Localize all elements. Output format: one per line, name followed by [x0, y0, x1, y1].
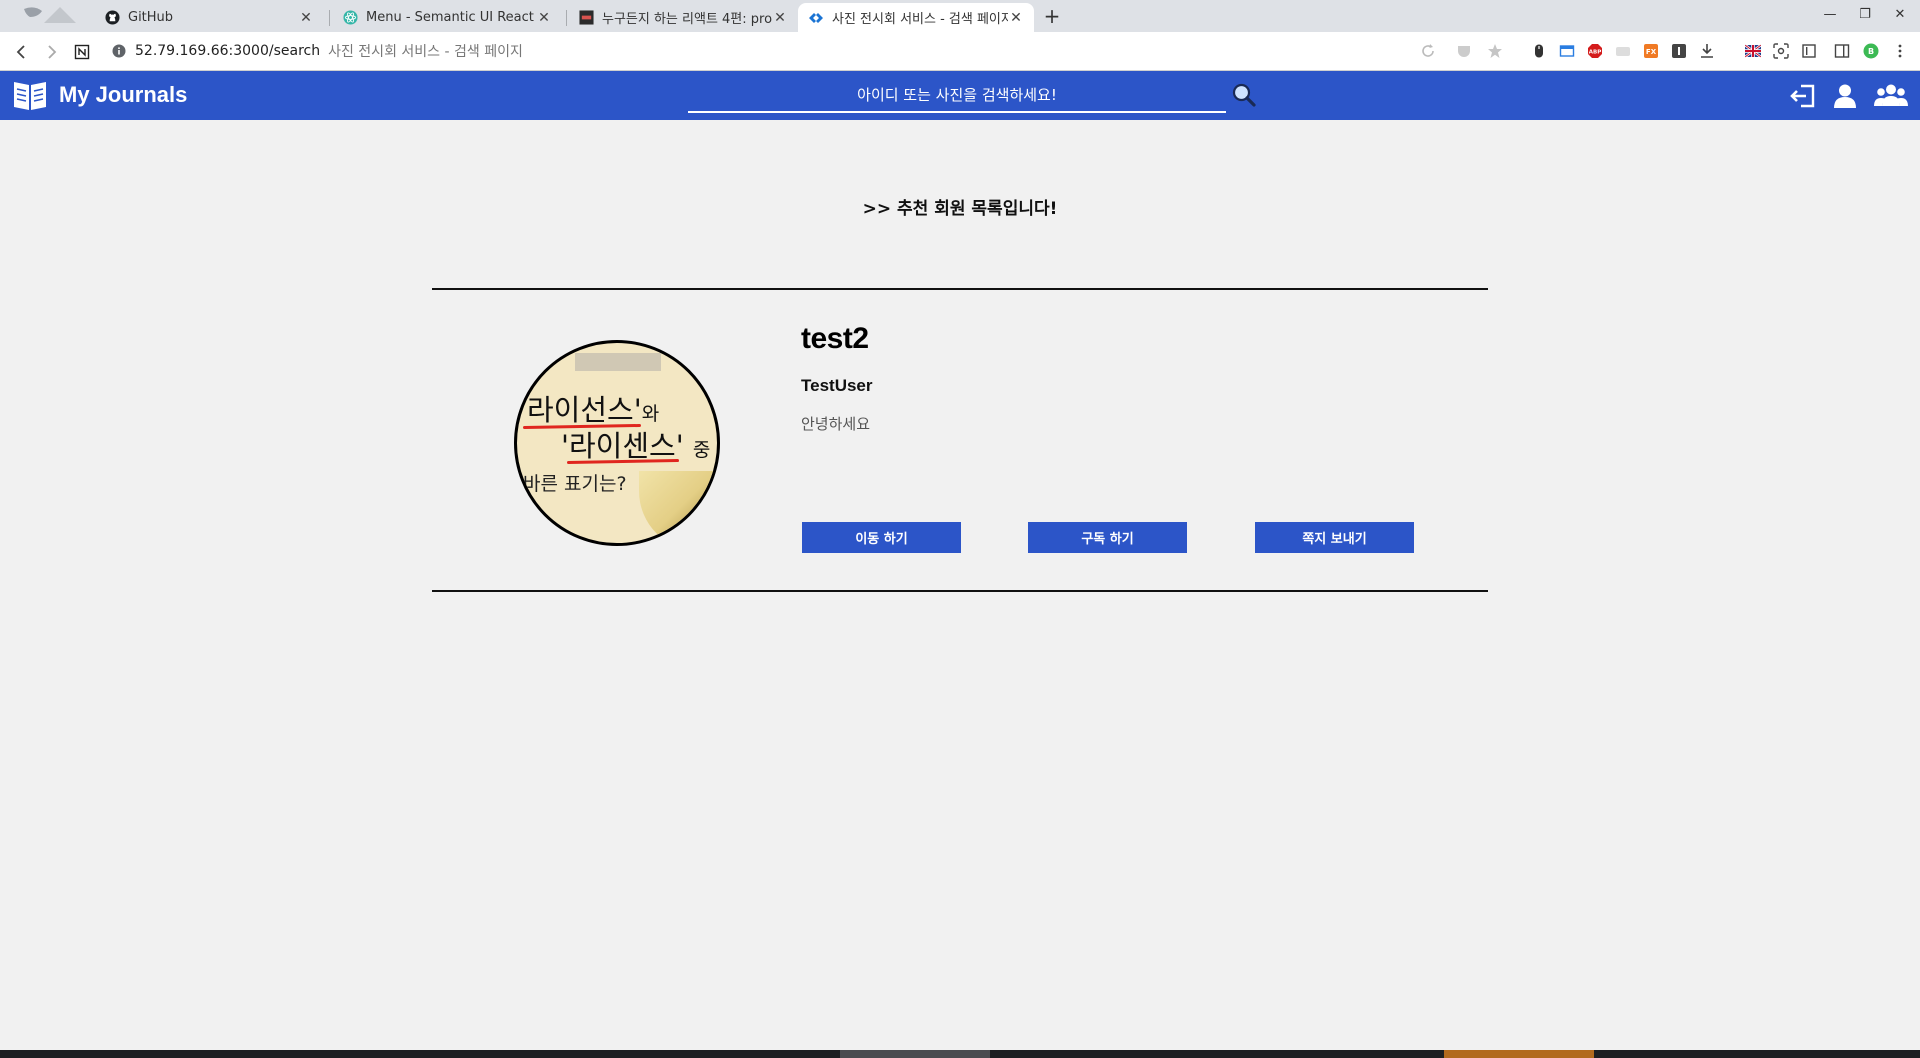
close-icon[interactable]: ✕	[298, 10, 314, 26]
open-book-icon[interactable]	[12, 77, 48, 113]
back-button[interactable]	[11, 41, 33, 63]
download-icon[interactable]	[1699, 43, 1715, 59]
adblock-plus-icon[interactable]: ABP	[1587, 43, 1603, 59]
browser-address-bar: 52.79.169.66:3000/search 사진 전시회 서비스 - 검색…	[0, 32, 1920, 71]
taskbar-item[interactable]	[840, 1050, 990, 1058]
cloud-extension-icon[interactable]	[1615, 43, 1631, 59]
reader-mode-icon[interactable]	[1801, 43, 1817, 59]
search-field	[688, 79, 1226, 113]
arrow-left-icon	[16, 45, 25, 59]
notion-extension-button[interactable]	[71, 41, 93, 63]
notion-icon	[74, 44, 90, 60]
search-icon[interactable]	[1231, 82, 1257, 108]
divider-top	[432, 288, 1488, 290]
page-curl-decoration	[639, 471, 717, 543]
avatar-text-line2: '라이센스' 중	[561, 429, 711, 463]
profile-avatar-icon[interactable]: B	[1863, 43, 1879, 59]
url-text: 52.79.169.66:3000/search	[135, 43, 321, 59]
tab-active-search-page[interactable]: 사진 전시회 서비스 - 검색 페이지 ✕	[798, 3, 1034, 32]
user-id: test2	[801, 322, 869, 355]
user-icon[interactable]	[1831, 82, 1859, 110]
tab-strip-decoration-icon	[24, 7, 76, 23]
users-group-icon[interactable]	[1874, 82, 1908, 110]
tab-semantic-ui-react[interactable]: Menu - Semantic UI React ✕	[332, 3, 562, 32]
app-favicon-icon	[808, 10, 824, 26]
pocket-icon[interactable]	[1456, 43, 1472, 59]
tape-decoration	[575, 353, 661, 371]
omnibox[interactable]: 52.79.169.66:3000/search 사진 전시회 서비스 - 검색…	[112, 40, 523, 62]
avatar-text-line3: 바른 표기는?	[523, 473, 627, 495]
tab-separator	[566, 10, 567, 26]
fx-extension-icon[interactable]: FX	[1643, 43, 1659, 59]
react-icon	[342, 10, 358, 26]
close-icon[interactable]: ✕	[536, 10, 552, 26]
star-icon[interactable]	[1487, 43, 1503, 59]
page-title-text: 사진 전시회 서비스 - 검색 페이지	[328, 44, 523, 60]
logout-icon[interactable]	[1789, 82, 1817, 110]
restore-button[interactable]: ❐	[1845, 0, 1885, 28]
section-title: >> 추천 회원 목록입니다!	[862, 199, 1058, 219]
window-extension-icon[interactable]	[1559, 43, 1575, 59]
velopert-icon	[578, 10, 594, 26]
visit-button[interactable]: 이동 하기	[802, 522, 961, 553]
send-message-button[interactable]: 쪽지 보내기	[1255, 522, 1414, 553]
info-icon[interactable]	[112, 44, 126, 58]
tab-label: 누구든지 하는 리액트 4편: props	[602, 12, 772, 27]
app-header: My Journals	[0, 71, 1920, 120]
uk-flag-icon[interactable]	[1745, 43, 1761, 59]
tab-velopert[interactable]: 누구든지 하는 리액트 4편: props ✕	[568, 3, 798, 32]
tab-label: Menu - Semantic UI React	[366, 10, 534, 25]
mouse-gesture-icon[interactable]	[1531, 43, 1547, 59]
browser-tab-bar: GitHub ✕ Menu - Semantic UI React ✕ 누구든지…	[0, 0, 1920, 32]
search-input[interactable]	[688, 79, 1226, 111]
user-intro: 안녕하세요	[801, 415, 871, 433]
forward-button[interactable]	[40, 41, 62, 63]
screenshot-icon[interactable]	[1773, 43, 1789, 59]
tab-label: GitHub	[128, 10, 174, 25]
tab-separator	[329, 10, 330, 26]
side-panel-icon[interactable]	[1834, 43, 1850, 59]
user-nickname: TestUser	[801, 376, 873, 395]
close-icon[interactable]: ✕	[1008, 10, 1024, 26]
taskbar-item[interactable]	[1444, 1050, 1594, 1058]
info-extension-icon[interactable]	[1671, 43, 1687, 59]
os-taskbar	[0, 1050, 1920, 1058]
subscribe-button[interactable]: 구독 하기	[1028, 522, 1187, 553]
user-avatar[interactable]: 라이선스'와 '라이센스' 중 바른 표기는?	[514, 340, 720, 546]
divider-bottom	[432, 590, 1488, 592]
tab-label: 사진 전시회 서비스 - 검색 페이지	[832, 12, 1008, 27]
close-window-button[interactable]: ✕	[1880, 0, 1920, 28]
svg-text:FX: FX	[1646, 48, 1657, 56]
new-tab-button[interactable]: +	[1040, 4, 1064, 28]
arrow-right-icon	[48, 45, 57, 59]
github-icon	[104, 10, 120, 26]
reload-icon[interactable]	[1420, 43, 1436, 59]
brand-title[interactable]: My Journals	[59, 82, 187, 108]
close-icon[interactable]: ✕	[772, 10, 788, 26]
menu-kebab-icon[interactable]	[1892, 43, 1908, 59]
svg-text:B: B	[1868, 47, 1874, 56]
svg-text:ABP: ABP	[1589, 50, 1601, 56]
tab-github[interactable]: GitHub ✕	[94, 3, 324, 32]
minimize-button[interactable]: —	[1810, 0, 1850, 28]
